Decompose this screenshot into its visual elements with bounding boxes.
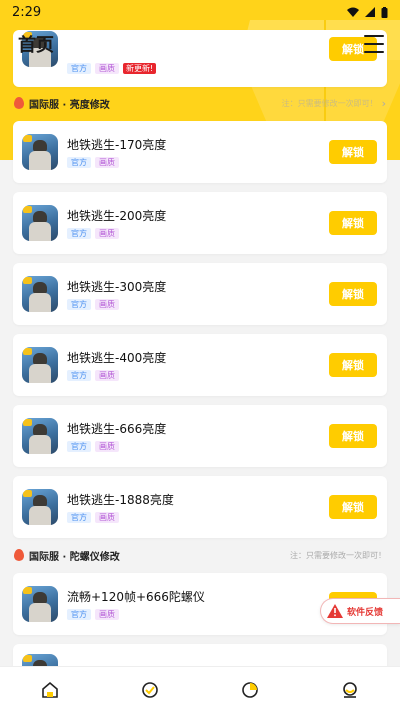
official-badge: 官方 bbox=[67, 369, 91, 381]
item-title: 地铁逃生-400亮度 bbox=[67, 350, 167, 365]
verified-icon bbox=[142, 681, 158, 698]
item-title: 地铁逃生-300亮度 bbox=[67, 279, 167, 294]
tab-profile[interactable] bbox=[330, 670, 370, 710]
profile-icon bbox=[343, 681, 357, 698]
quality-badge: 画质 bbox=[95, 369, 119, 381]
page-title: 首页 bbox=[18, 35, 54, 56]
tab-stats[interactable] bbox=[230, 670, 270, 710]
quality-badge: 画质 bbox=[95, 608, 119, 620]
tab-home[interactable] bbox=[30, 670, 70, 710]
official-badge: 官方 bbox=[67, 298, 91, 310]
quality-badge: 画质 bbox=[95, 63, 119, 74]
item-title: 地铁逃生-200亮度 bbox=[67, 208, 167, 223]
list-item[interactable] bbox=[13, 644, 387, 666]
quality-badge: 画质 bbox=[95, 156, 119, 168]
game-app-icon bbox=[22, 586, 58, 622]
list-item[interactable]: 地铁逃生-170亮度 官方 画质 解锁 bbox=[13, 121, 387, 183]
item-title: 流畅+120帧+666陀螺仪 bbox=[67, 589, 205, 604]
quality-badge: 画质 bbox=[95, 440, 119, 452]
official-badge: 官方 bbox=[67, 63, 91, 74]
section-title: 国际服 · 陀螺仪修改 bbox=[29, 551, 120, 563]
official-badge: 官方 bbox=[67, 511, 91, 523]
feedback-label: 软件反馈 bbox=[347, 607, 384, 618]
quality-badge: 画质 bbox=[95, 227, 119, 239]
hamburger-menu-icon[interactable] bbox=[364, 35, 384, 53]
item-title: 地铁逃生-1888亮度 bbox=[67, 492, 174, 507]
section-header-brightness: 国际服 · 亮度修改 注：只需要修改一次即可！ › bbox=[14, 94, 386, 112]
section-title: 国际服 · 亮度修改 bbox=[29, 99, 110, 111]
unlock-button[interactable]: 解锁 bbox=[329, 353, 377, 377]
app-header: 首页 bbox=[0, 28, 400, 60]
list-item[interactable]: 地铁逃生-200亮度 官方 画质 解锁 bbox=[13, 192, 387, 254]
game-app-icon bbox=[22, 347, 58, 383]
wifi-icon bbox=[347, 7, 359, 17]
item-title: 地铁逃生-170亮度 bbox=[67, 137, 167, 152]
official-badge: 官方 bbox=[67, 440, 91, 452]
game-app-icon bbox=[22, 654, 58, 666]
section-note: 注：只需要修改一次即可！ bbox=[290, 550, 386, 560]
list-item[interactable]: 地铁逃生-1888亮度 官方 画质 解锁 bbox=[13, 476, 387, 538]
fire-icon bbox=[14, 97, 24, 109]
warning-icon bbox=[327, 604, 343, 618]
game-app-icon bbox=[22, 205, 58, 241]
game-app-icon bbox=[22, 489, 58, 525]
official-badge: 官方 bbox=[67, 227, 91, 239]
list-item[interactable]: 地铁逃生-666亮度 官方 画质 解锁 bbox=[13, 405, 387, 467]
bottom-tab-bar bbox=[0, 666, 400, 712]
tab-verified[interactable] bbox=[130, 670, 170, 710]
game-app-icon bbox=[22, 418, 58, 454]
status-bar: 2:29 bbox=[0, 0, 400, 24]
status-time: 2:29 bbox=[12, 4, 42, 20]
game-app-icon bbox=[22, 134, 58, 170]
section-note: 注：只需要修改一次即可！ bbox=[281, 98, 378, 108]
new-update-badge: 新更新! bbox=[123, 63, 157, 74]
section-header-gyro: 国际服 · 陀螺仪修改 注：只需要修改一次即可！ bbox=[14, 546, 386, 564]
unlock-button[interactable]: 解锁 bbox=[329, 424, 377, 448]
unlock-button[interactable]: 解锁 bbox=[329, 282, 377, 306]
battery-icon bbox=[381, 6, 388, 18]
unlock-button[interactable]: 解锁 bbox=[329, 140, 377, 164]
game-app-icon bbox=[22, 276, 58, 312]
signal-icon bbox=[365, 7, 375, 17]
item-title: 地铁逃生-666亮度 bbox=[67, 421, 167, 436]
fire-icon bbox=[14, 549, 24, 561]
official-badge: 官方 bbox=[67, 156, 91, 168]
unlock-button[interactable]: 解锁 bbox=[329, 211, 377, 235]
list-item[interactable]: 地铁逃生-300亮度 官方 画质 解锁 bbox=[13, 263, 387, 325]
feedback-button[interactable]: 软件反馈 bbox=[320, 598, 400, 624]
quality-badge: 画质 bbox=[95, 511, 119, 523]
quality-badge: 画质 bbox=[95, 298, 119, 310]
chevron-right-icon[interactable]: › bbox=[382, 97, 386, 110]
unlock-button[interactable]: 解锁 bbox=[329, 495, 377, 519]
home-icon bbox=[42, 681, 58, 698]
official-badge: 官方 bbox=[67, 608, 91, 620]
content-scroll[interactable]: 官方 画质 新更新! 解锁 国际服 · 亮度修改 注：只需要修改一次即可！ › … bbox=[0, 0, 400, 666]
list-item[interactable]: 地铁逃生-400亮度 官方 画质 解锁 bbox=[13, 334, 387, 396]
stats-icon bbox=[242, 681, 258, 698]
